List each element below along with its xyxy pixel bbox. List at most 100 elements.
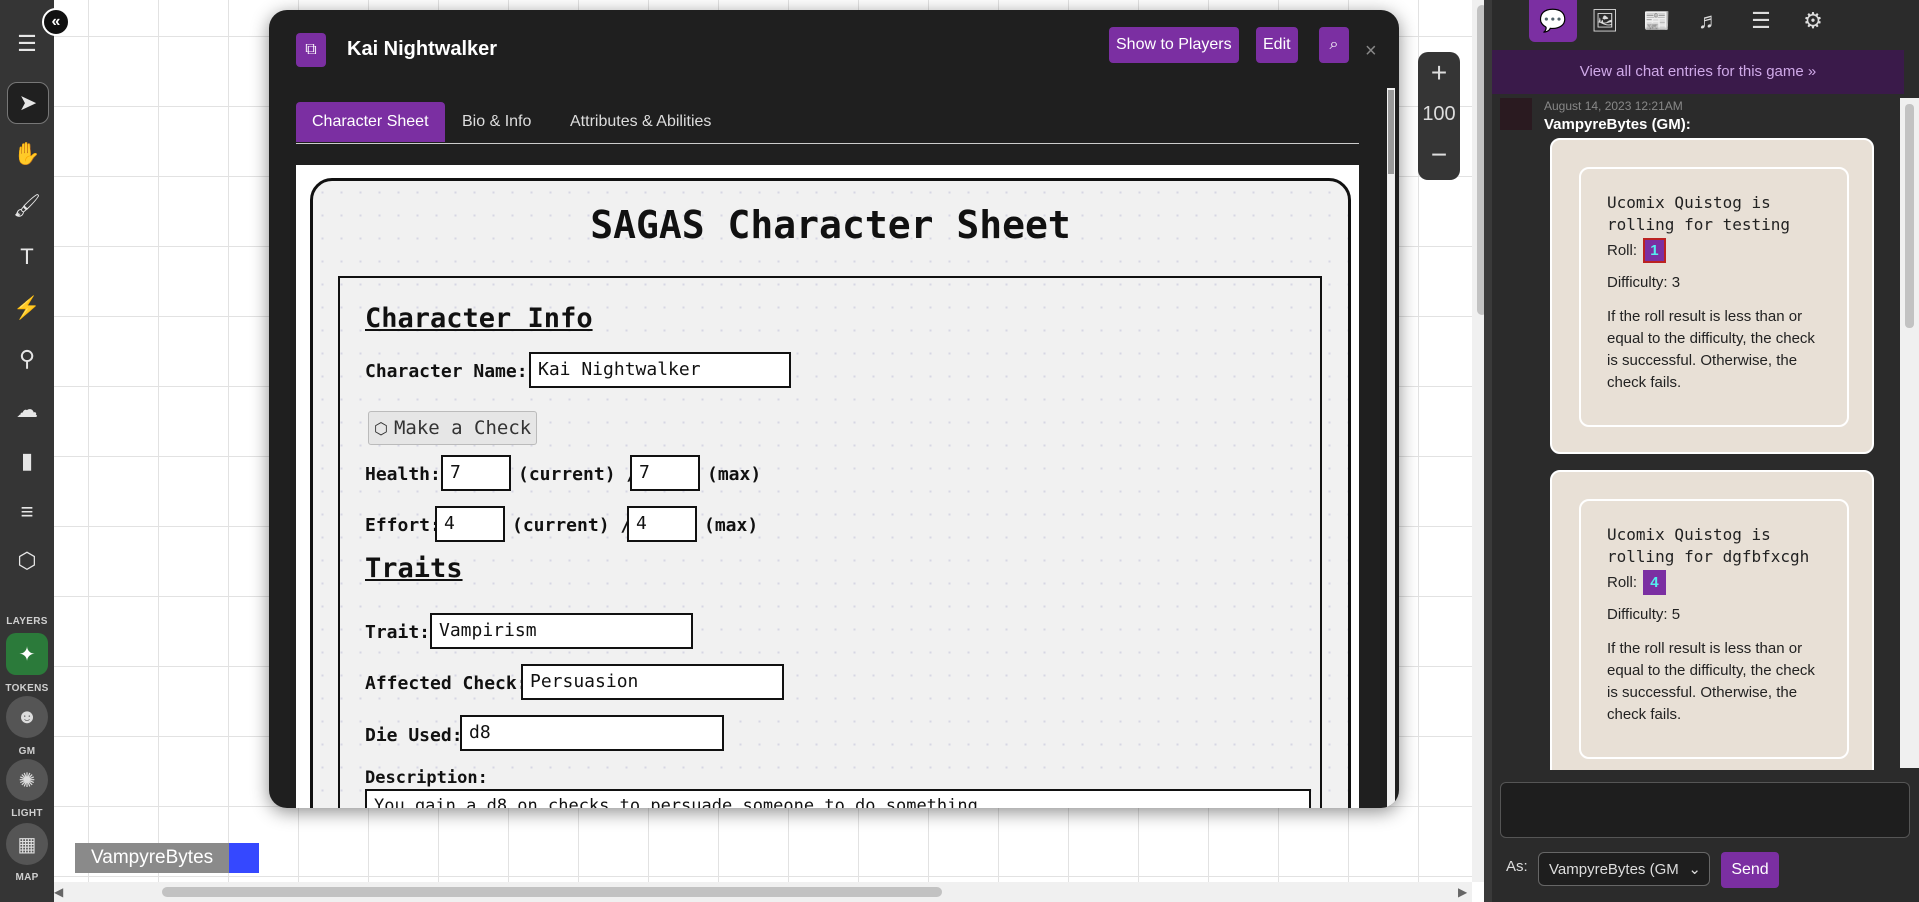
- character-sheet: SAGAS Character Sheet Character Info Cha…: [310, 178, 1351, 808]
- speaking-as-label: As:: [1506, 858, 1528, 875]
- effort-max-label: (max): [704, 515, 759, 536]
- sheet-tabs: Character Sheet Bio & Info Attributes & …: [296, 102, 1359, 144]
- show-to-players-button[interactable]: Show to Players: [1109, 27, 1239, 63]
- effort-current-label: (current) /: [512, 515, 632, 536]
- character-info-heading: Character Info: [365, 303, 593, 334]
- zoom-level: 100: [1422, 103, 1456, 125]
- effort-current-field[interactable]: 4: [435, 506, 505, 542]
- select-tool-icon[interactable]: ➤: [7, 82, 49, 124]
- message-author: VampyreBytes (GM):: [1544, 116, 1691, 133]
- message-timestamp: August 14, 2023 12:21AM: [1544, 99, 1683, 113]
- collapse-toolbar-icon[interactable]: «: [42, 8, 70, 36]
- fog-cloud-icon[interactable]: ☁: [7, 390, 47, 430]
- sheet-viewport: SAGAS Character Sheet Character Info Cha…: [296, 165, 1359, 808]
- tokens-layer-button[interactable]: ✦: [6, 633, 48, 675]
- roll-label: Roll:: [1607, 574, 1638, 591]
- roll-card-title: Ucomix Quistog is rolling for dgfbfxcgh: [1607, 525, 1810, 566]
- roll-value[interactable]: 4: [1643, 570, 1666, 595]
- affected-check-field[interactable]: Persuasion: [521, 664, 784, 700]
- player-badge[interactable]: VampyreBytes: [75, 843, 260, 873]
- player-color-swatch: [229, 843, 260, 873]
- canvas-horizontal-scrollbar[interactable]: ◀ ▶: [54, 882, 1472, 902]
- lighting-layer-button[interactable]: ✺: [6, 759, 48, 801]
- popout-icon[interactable]: ⧉: [296, 33, 326, 67]
- chat-log: August 14, 2023 12:21AM VampyreBytes (GM…: [1492, 94, 1919, 770]
- character-name-label: Character Name:: [365, 361, 528, 382]
- map-label: MAP: [15, 872, 39, 883]
- door-icon[interactable]: ▮: [7, 441, 47, 481]
- die-used-label: Die Used:: [365, 725, 463, 746]
- trait-label: Trait:: [365, 622, 431, 643]
- roll-card: Ucomix Quistog is rolling for testing Ro…: [1550, 138, 1874, 454]
- traits-heading: Traits: [365, 553, 463, 584]
- effort-max-field[interactable]: 4: [627, 506, 697, 542]
- pan-hand-icon[interactable]: ✋: [7, 134, 47, 174]
- menu-icon[interactable]: ☰: [7, 24, 47, 64]
- zoom-out-button[interactable]: −: [1418, 134, 1460, 176]
- roll-value[interactable]: 1: [1643, 238, 1666, 263]
- die-used-field[interactable]: d8: [460, 715, 724, 751]
- dice-icon[interactable]: ⬡: [7, 541, 47, 581]
- tab-bio-info[interactable]: Bio & Info: [446, 102, 547, 142]
- jukebox-tab-icon[interactable]: ♬: [1685, 0, 1733, 42]
- scroll-left-icon[interactable]: ◀: [54, 885, 63, 899]
- chevron-down-icon: ⌄: [1688, 861, 1701, 878]
- description-label: Description:: [365, 768, 488, 788]
- text-tool-icon[interactable]: T: [7, 237, 47, 277]
- sidebar-tabs: 💬 🖼 📰 ♬ ☰ ⚙: [1492, 0, 1919, 50]
- scroll-right-icon[interactable]: ▶: [1458, 885, 1467, 899]
- journal-tab-icon[interactable]: 📰: [1633, 0, 1681, 42]
- sheet-inner-frame: Character Info Character Name: Kai Night…: [338, 276, 1322, 808]
- layers-label: LAYERS: [6, 616, 48, 627]
- trait-field[interactable]: Vampirism: [430, 613, 693, 649]
- character-dialog: ⧉ Kai Nightwalker Show to Players Edit ⌕…: [269, 10, 1399, 808]
- panel-divider[interactable]: [1484, 0, 1492, 902]
- chat-input[interactable]: [1500, 782, 1910, 838]
- search-icon[interactable]: ⌕: [1319, 27, 1349, 63]
- chat-scrollbar[interactable]: [1900, 98, 1919, 768]
- measure-icon[interactable]: ⚲: [7, 339, 47, 379]
- gm-layer-button[interactable]: ☻: [6, 696, 48, 738]
- sheet-title: SAGAS Character Sheet: [590, 203, 1071, 247]
- roll-label: Roll:: [1607, 242, 1638, 259]
- health-max-field[interactable]: 7: [630, 455, 700, 491]
- make-check-button[interactable]: ⬡ Make a Check: [368, 411, 538, 445]
- tab-attributes-abilities[interactable]: Attributes & Abilities: [554, 102, 727, 142]
- speaking-as-value: VampyreBytes (GM: [1549, 861, 1679, 878]
- view-all-chat-link[interactable]: View all chat entries for this game »: [1492, 50, 1904, 94]
- tab-character-sheet[interactable]: Character Sheet: [296, 102, 445, 142]
- light-label: LIGHT: [11, 808, 43, 819]
- speaking-as-select[interactable]: VampyreBytes (GM ⌄: [1538, 852, 1710, 886]
- dialog-title: Kai Nightwalker: [347, 38, 498, 60]
- art-library-tab-icon[interactable]: 🖼: [1581, 0, 1629, 42]
- affected-check-label: Affected Check:: [365, 673, 528, 694]
- collection-tab-icon[interactable]: ☰: [1737, 0, 1785, 42]
- health-current-label: (current) /: [518, 464, 638, 485]
- description-field[interactable]: You gain a d8 on checks to persuade some…: [365, 789, 1311, 808]
- dialog-scrollbar[interactable]: [1387, 88, 1395, 808]
- draw-brush-icon[interactable]: 🖌: [7, 186, 47, 226]
- roll-difficulty: Difficulty: 3: [1607, 274, 1681, 291]
- fx-lightning-icon[interactable]: ⚡: [7, 288, 47, 328]
- send-button[interactable]: Send: [1721, 852, 1779, 888]
- health-current-field[interactable]: 7: [441, 455, 511, 491]
- notes-icon[interactable]: ≡: [7, 492, 47, 532]
- roll-result-text: If the roll result is less than or equal…: [1607, 308, 1815, 391]
- map-layer-button[interactable]: ▦: [6, 823, 48, 865]
- left-toolbar: ☰ ➤ ✋ 🖌 T ⚡ ⚲ ☁ ▮ ≡ ⬡ LAYERS ✦ TOKENS ☻ …: [0, 0, 54, 902]
- zoom-control: + 100 −: [1418, 52, 1460, 180]
- chat-tab-icon[interactable]: 💬: [1529, 0, 1577, 42]
- zoom-in-button[interactable]: +: [1418, 52, 1460, 94]
- roll-line: Roll: 4: [1607, 570, 1666, 595]
- roll-difficulty: Difficulty: 5: [1607, 606, 1681, 623]
- settings-tab-icon[interactable]: ⚙: [1789, 0, 1837, 42]
- chat-panel: 💬 🖼 📰 ♬ ☰ ⚙ View all chat entries for th…: [1492, 0, 1919, 902]
- edit-button[interactable]: Edit: [1256, 27, 1298, 63]
- effort-label: Effort:: [365, 515, 441, 536]
- gm-label: GM: [18, 746, 36, 757]
- close-icon[interactable]: ×: [1365, 40, 1377, 63]
- health-label: Health:: [365, 464, 441, 485]
- character-name-field[interactable]: Kai Nightwalker: [529, 352, 791, 388]
- make-check-label: Make a Check: [393, 417, 532, 439]
- tokens-label: TOKENS: [5, 683, 49, 694]
